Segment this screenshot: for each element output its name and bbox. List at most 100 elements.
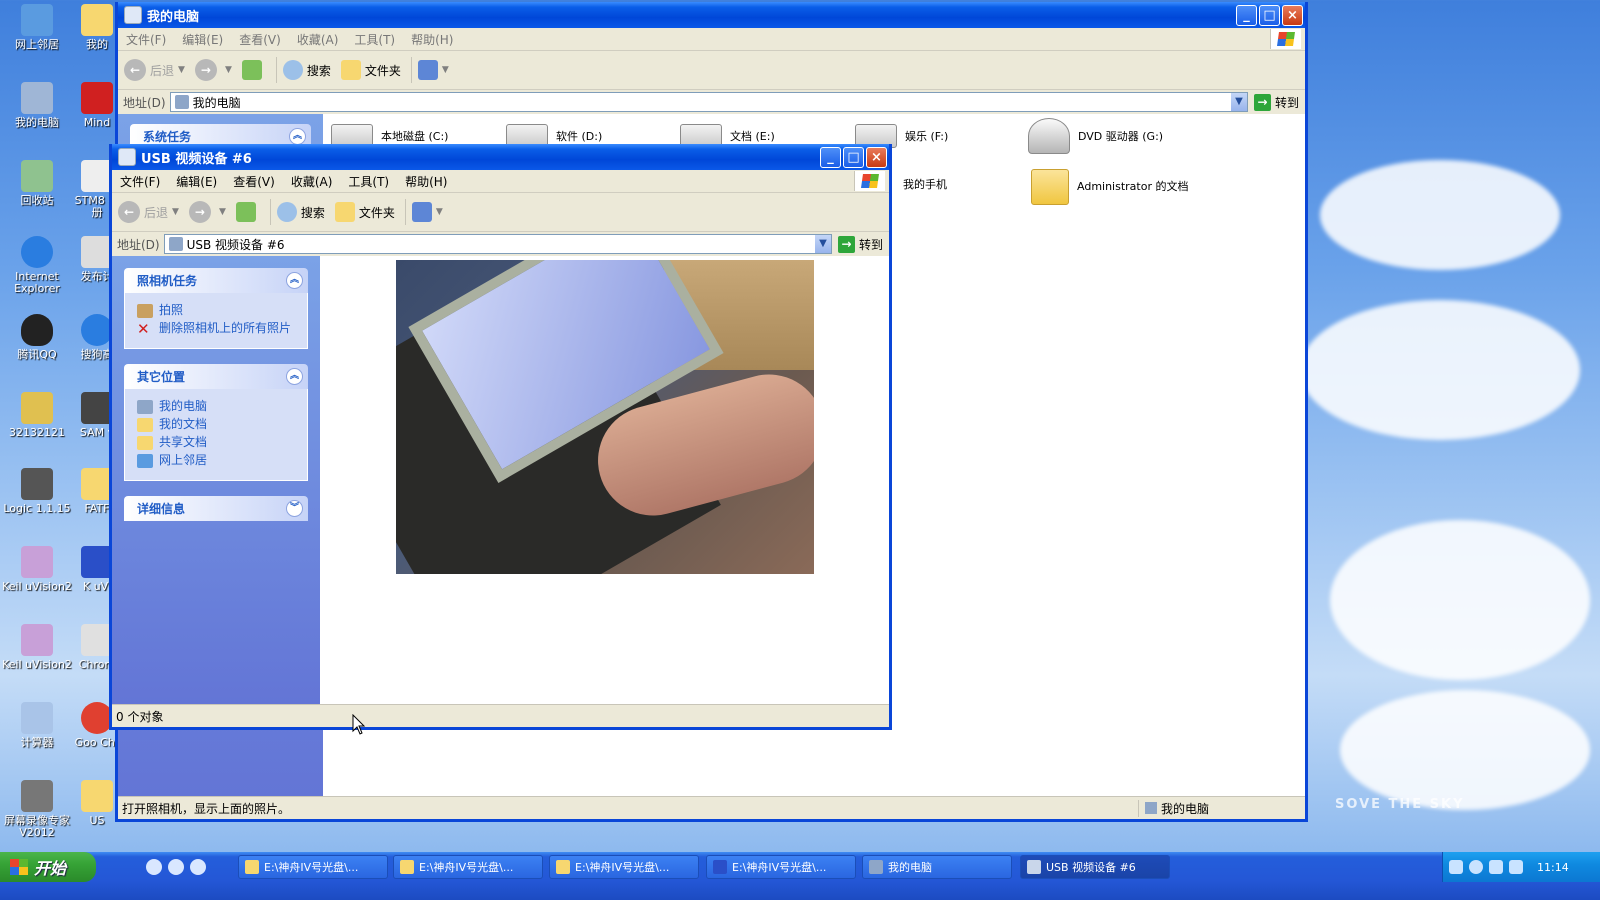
details-header[interactable]: 详细信息 ︾ <box>124 496 308 521</box>
keil-icon <box>21 624 53 656</box>
delete-all-pictures-link[interactable]: ✕ 删除照相机上的所有照片 <box>137 320 295 338</box>
app-icon <box>81 82 113 114</box>
network-icon <box>21 4 53 36</box>
other-place-network[interactable]: 网上邻居 <box>137 454 295 468</box>
drive-g-dvd[interactable]: DVD 驱动器 (G:) <box>1028 118 1163 154</box>
desktop-icon-network[interactable]: 网上邻居 <box>0 4 74 51</box>
folders-button[interactable]: 文件夹 <box>334 202 395 222</box>
my-computer-titlebar[interactable]: 我的电脑 _ □ × <box>118 2 1305 28</box>
desktop-icon-qq[interactable]: 腾讯QQ <box>0 314 74 361</box>
delete-x-icon: ✕ <box>137 320 150 338</box>
other-place-my-computer[interactable]: 我的电脑 <box>137 400 295 414</box>
camera-tasks-header[interactable]: 照相机任务 ︽ <box>124 268 308 293</box>
desktop-icon-calculator[interactable]: 计算器 <box>0 702 74 749</box>
minimize-button[interactable]: _ <box>1236 4 1257 26</box>
chevron-up-icon[interactable]: ︽ <box>286 272 303 289</box>
keyboard-icon[interactable] <box>1449 860 1463 874</box>
taskbar-item-usb-video[interactable]: USB 视频设备 #6 <box>1020 855 1170 879</box>
network-icon[interactable] <box>1489 860 1503 874</box>
menu-edit[interactable]: 编辑(E) <box>168 173 225 190</box>
forward-button[interactable]: → ▼ <box>188 201 226 223</box>
start-button[interactable]: 开始 <box>0 852 96 882</box>
internet-explorer-icon[interactable] <box>146 859 162 875</box>
menu-view[interactable]: 查看(V) <box>231 31 289 48</box>
address-input[interactable]: 我的电脑 ▼ <box>169 92 1248 112</box>
back-button[interactable]: ← 后退 ▼ <box>124 59 185 81</box>
menu-edit[interactable]: 编辑(E) <box>174 31 231 48</box>
ie-alt-icon[interactable] <box>168 859 184 875</box>
camera-icon <box>168 237 183 251</box>
taskbar-item-4[interactable]: E:\神舟IV号光盘\... <box>706 855 856 879</box>
chevron-down-icon[interactable]: ︾ <box>286 500 303 517</box>
status-text: 0 个对象 <box>116 709 164 724</box>
go-button[interactable]: → 转到 <box>837 235 883 253</box>
menu-help[interactable]: 帮助(H) <box>403 31 461 48</box>
toolbar: ← 后退 ▼ → ▼ 搜索 文件夹 ▼ <box>112 193 889 232</box>
chevron-down-icon[interactable]: ▼ <box>1230 93 1247 111</box>
desktop-icon-keil-1[interactable]: Keil uVision2 <box>0 546 74 593</box>
menu-file[interactable]: 文件(F) <box>118 31 174 48</box>
menu-favorites[interactable]: 收藏(A) <box>283 173 341 190</box>
menu-help[interactable]: 帮助(H) <box>397 173 455 190</box>
sogou-icon[interactable] <box>190 859 206 875</box>
desktop-icon-screen-recorder[interactable]: 屏幕录像专家 V2012 <box>0 780 74 839</box>
up-button[interactable] <box>235 202 260 222</box>
folder-icon <box>400 860 414 874</box>
usb-video-titlebar[interactable]: USB 视频设备 #6 _ □ × <box>112 144 889 170</box>
search-button[interactable]: 搜索 <box>282 60 331 80</box>
calculator-icon <box>21 702 53 734</box>
folder-icon <box>334 202 355 222</box>
chevron-down-icon[interactable]: ▼ <box>814 235 831 253</box>
taskbar-item-3[interactable]: E:\神舟IV号光盘\... <box>549 855 699 879</box>
other-place-my-documents[interactable]: 我的文档 <box>137 418 295 432</box>
search-button[interactable]: 搜索 <box>276 202 325 222</box>
desktop-icon-keil-2[interactable]: Keil uVision2 <box>0 624 74 671</box>
up-button[interactable] <box>241 60 266 80</box>
desktop-icon-recycle-bin[interactable]: 回收站 <box>0 160 74 207</box>
views-icon <box>417 60 438 80</box>
go-button[interactable]: → 转到 <box>1253 93 1299 111</box>
maximize-button[interactable]: □ <box>843 146 864 168</box>
minimize-button[interactable]: _ <box>820 146 841 168</box>
chevron-left-icon[interactable] <box>1469 860 1483 874</box>
menu-tools[interactable]: 工具(T) <box>340 173 397 190</box>
desktop-icon-32132121[interactable]: 32132121 <box>0 392 74 439</box>
forward-button[interactable]: → ▼ <box>194 59 232 81</box>
maximize-button[interactable]: □ <box>1259 4 1280 26</box>
window-title: 我的电脑 <box>147 9 200 25</box>
forward-arrow-icon: → <box>188 201 211 223</box>
status-bar: 0 个对象 <box>112 704 889 727</box>
administrator-documents[interactable]: Administrator 的文档 <box>1031 169 1201 205</box>
desktop-icon-logic[interactable]: Logic 1.1.15 <box>0 468 74 515</box>
search-icon <box>282 60 303 80</box>
desktop-icon-my-computer[interactable]: 我的电脑 <box>0 82 74 129</box>
taskbar-item-2[interactable]: E:\神舟IV号光盘\... <box>393 855 543 879</box>
back-button[interactable]: ← 后退 ▼ <box>118 201 179 223</box>
desktop-icon-ie[interactable]: Internet Explorer <box>0 236 74 295</box>
chevron-up-icon[interactable]: ︽ <box>286 368 303 385</box>
views-button[interactable]: ▼ <box>411 202 443 222</box>
folders-button[interactable]: 文件夹 <box>340 60 401 80</box>
close-button[interactable]: × <box>1282 4 1303 26</box>
menu-tools[interactable]: 工具(T) <box>346 31 403 48</box>
usb-video-window[interactable]: USB 视频设备 #6 _ □ × 文件(F) 编辑(E) 查看(V) 收藏(A… <box>109 144 892 730</box>
window-title: USB 视频设备 #6 <box>141 151 252 167</box>
other-places-header[interactable]: 其它位置 ︽ <box>124 364 308 389</box>
clock[interactable]: 11:14 <box>1537 861 1569 874</box>
taskbar: 开始 E:\神舟IV号光盘\... E:\神舟IV号光盘\... E:\神舟IV… <box>0 852 1600 900</box>
my-phone[interactable]: 我的手机 <box>903 176 947 192</box>
close-button[interactable]: × <box>866 146 887 168</box>
chevron-up-icon[interactable]: ︽ <box>289 128 306 145</box>
taskbar-item-my-computer[interactable]: 我的电脑 <box>862 855 1012 879</box>
take-picture-link[interactable]: 拍照 <box>137 304 295 318</box>
other-place-shared-documents[interactable]: 共享文档 <box>137 436 295 450</box>
toolbar: ← 后退 ▼ → ▼ 搜索 文件夹 ▼ <box>118 51 1305 90</box>
address-input[interactable]: USB 视频设备 #6 ▼ <box>163 234 832 254</box>
views-button[interactable]: ▼ <box>417 60 449 80</box>
menu-file[interactable]: 文件(F) <box>112 173 168 190</box>
taskbar-item-1[interactable]: E:\神舟IV号光盘\... <box>238 855 388 879</box>
menu-view[interactable]: 查看(V) <box>225 173 283 190</box>
views-icon <box>411 202 432 222</box>
volume-icon[interactable] <box>1509 860 1523 874</box>
menu-favorites[interactable]: 收藏(A) <box>289 31 347 48</box>
